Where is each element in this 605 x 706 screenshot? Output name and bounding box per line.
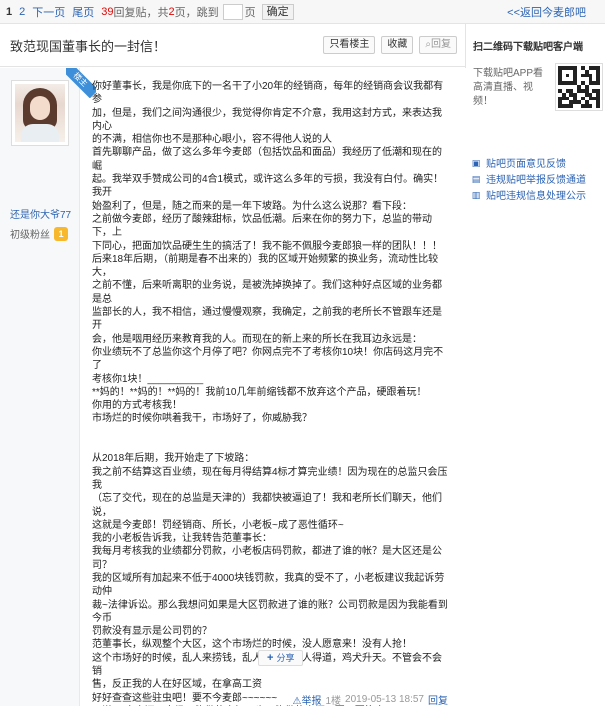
favorite-button[interactable]: 收藏	[381, 36, 414, 54]
post-line: 下同心，把面加饮品硬生生的搞活了！我不能不佩服今麦郎狼一样的团队！！！	[92, 240, 442, 252]
jump-label: 页，跳到	[174, 6, 219, 19]
document-icon: ▣	[471, 157, 481, 168]
sidebar-link[interactable]: ▥ 贴吧违规信息处理公示	[471, 187, 605, 203]
back-to-forum-link[interactable]: <<返回今麦郎吧	[507, 4, 586, 20]
qr-description: 下载贴吧APP看高清直播、视频！	[473, 68, 544, 107]
qr-code-icon	[555, 63, 603, 111]
current-page: 1	[6, 5, 13, 18]
right-sidebar: 扫二维码下载贴吧客户端 下载贴吧APP看高清直播、视频！ ▣ 贴吧页面意见反馈 ▤ 违…	[467, 24, 605, 706]
post-line	[92, 426, 450, 439]
reply-button[interactable]: ⌕回复	[419, 36, 457, 54]
share-button[interactable]: + 分享	[258, 650, 304, 666]
post-line: 裁~法律诉讼。那么我想问如果是大区罚款进了谁的账？公司罚款是因为我能看到今币	[92, 599, 448, 624]
post-line: 从2018年后期，我开始走了下坡路：	[92, 453, 255, 465]
post-line: 这就是今麦郎！罚经销商、所长，小老板~成了恶性循环~	[92, 519, 344, 531]
reply-count-suffix: 回复贴，共	[113, 6, 169, 19]
report-link[interactable]: ⚠举报	[293, 692, 322, 706]
sidebar-link[interactable]: ▣ 贴吧页面意见反馈	[471, 155, 605, 171]
only-op-button[interactable]: 只看楼主	[323, 36, 376, 54]
post-line: 罚款没有显示是公司罚的？	[92, 626, 212, 638]
post-line: 的不满，相信你也不是那种心眼小，容不得他人说的人	[92, 134, 332, 146]
post-line: 之前做今麦郎，经历了酸辣甜标，饮品低潮。后来在你的努力下，总监的带动下，上	[92, 213, 432, 239]
post-line: 你用的方式考核我！	[92, 400, 182, 412]
post-line: 你业绩玩不了总监你这个月停了吧？你网点完不了考核你10块！你店码这月完不了	[92, 346, 444, 372]
page-jump-input[interactable]	[222, 3, 243, 20]
thread-title: 致范现国董事长的一封信！	[10, 38, 167, 54]
document-icon: ▤	[471, 173, 481, 184]
post-line: 首先聊聊产品，做了这么多年今麦郎（包括饮品和面品）我经历了低潮和现在的崛	[92, 147, 442, 172]
app-download-block: 下载贴吧APP看高清直播、视频！	[473, 63, 603, 133]
floor-number: 1楼	[325, 696, 342, 706]
post-line: 始盈利了，但是，随之而来的是一年下坡路。为什么这么说那？看下段：	[92, 200, 412, 212]
last-page-link[interactable]: 尾页	[72, 4, 94, 20]
post-line: 考核你1块！__________	[92, 373, 204, 385]
author-panel: 还是你大爷77 初级粉丝 1	[0, 68, 80, 706]
level-icon: 1	[54, 226, 68, 241]
post-line: 我之前不结算这百业绩，现在每月得结算4标才算完业绩！因为现在的总监只会压我	[92, 466, 448, 491]
thread-main: 致范现国董事长的一封信！ 只看楼主 收藏 ⌕回复 还是你大爷77 初级粉丝 1 …	[0, 24, 466, 706]
post-line: 我的区域所有加起来不低于4000块钱罚款，我真的受不了，小老板建议我起诉劳动仲	[92, 572, 445, 598]
fan-level-label: 初级粉丝	[10, 230, 50, 241]
post-line: 我的小老板告诉我，让我转告范董事长：	[92, 533, 272, 545]
post-line: （忘了交代，现在的总监是天津的）我都快被逼迫了！我和老所长们聊天，他们说，	[92, 493, 442, 518]
post-line: 市场烂的时候你哄着我干，市场好了，你威胁我？	[92, 413, 312, 425]
pagination-bar: 1 2 下一页 尾页 39 回复贴，共 2 页，跳到 页 确定 <<返回今麦郎吧	[0, 0, 605, 24]
post-line: 加，但是，我们之间沟通很少，我觉得你肯定不介意，我用这封方式，来表达我内心	[92, 107, 442, 132]
post-footer: ⚠举报 1楼 2019-05-13 18:57 回复	[293, 692, 449, 706]
reply-count: 39	[101, 5, 114, 18]
post-line	[92, 439, 450, 452]
post-content: 楼主 你好董事长，我是你底下的一名干了小20年的经销商，每年的经销商会议我都有参…	[66, 68, 466, 706]
post-line: 起。我举双手赞成公司的4合1模式，或许这么多年的亏损，我没有白付。确实！我开	[92, 174, 444, 199]
next-page-link[interactable]: 下一页	[32, 4, 65, 20]
share-label: 分享	[276, 653, 295, 663]
qr-title: 扫二维码下载贴吧客户端	[473, 42, 583, 53]
jump-confirm-button[interactable]: 确定	[261, 3, 294, 20]
page-2-link[interactable]: 2	[19, 6, 25, 18]
avatar[interactable]	[11, 80, 69, 146]
sidebar-links: ▣ 贴吧页面意见反馈 ▤ 违规贴吧举报反馈通道 ▥ 贴吧违规信息处理公示	[471, 155, 605, 203]
plus-icon: +	[267, 652, 274, 664]
page-unit: 页	[244, 6, 256, 19]
post-line: 会，他是咽用经历来教育我的人。而现在的新上来的所长在我耳边永远是：	[92, 333, 422, 345]
avatar-image	[15, 84, 65, 142]
post-line: 你好董事长，我是你底下的一名干了小20年的经销商，每年的经销商会议我都有参	[92, 81, 444, 106]
post-datetime: 2019-05-13 18:57	[345, 694, 424, 705]
post-line: 我每月考核我的业绩都分罚款，小老板店码罚款，都进了谁的帐？是大区还是公司？	[92, 546, 442, 571]
document-icon: ▥	[471, 189, 481, 200]
fan-level-badge[interactable]: 初级粉丝 1	[10, 226, 68, 241]
post-line: 售，反正我的人在好区域，在拿高工资	[92, 679, 262, 691]
post-line: 监部长的人，我不相信，通过慢慢观察，我确定，之前我的老所长不管跟车还是开	[92, 307, 442, 332]
sidebar-link[interactable]: ▤ 违规贴吧举报反馈通道	[471, 171, 605, 187]
post-line: **妈的！**妈的！**妈的！我前10几年前缩钱都不放弃这个产品，硬跟着玩！	[92, 386, 427, 398]
author-name-link[interactable]: 还是你大爷77	[10, 206, 71, 221]
post-body: 你好董事长，我是你底下的一名干了小20年的经销商，每年的经销商会议我都有参 加，但…	[92, 80, 450, 706]
post-line: 后来18年后期，（前期是春不出来的）我的区域开始频繁的换业务，流动性比较大，	[92, 253, 439, 279]
thread-header: 致范现国董事长的一封信！ 只看楼主 收藏 ⌕回复	[0, 24, 465, 67]
post-reply-link[interactable]: 回复	[428, 692, 448, 706]
post-line: 之前不懂，后来听离职的业务说，是被洗掉换掉了。我们这种好点区域的业务都是总	[92, 280, 442, 305]
